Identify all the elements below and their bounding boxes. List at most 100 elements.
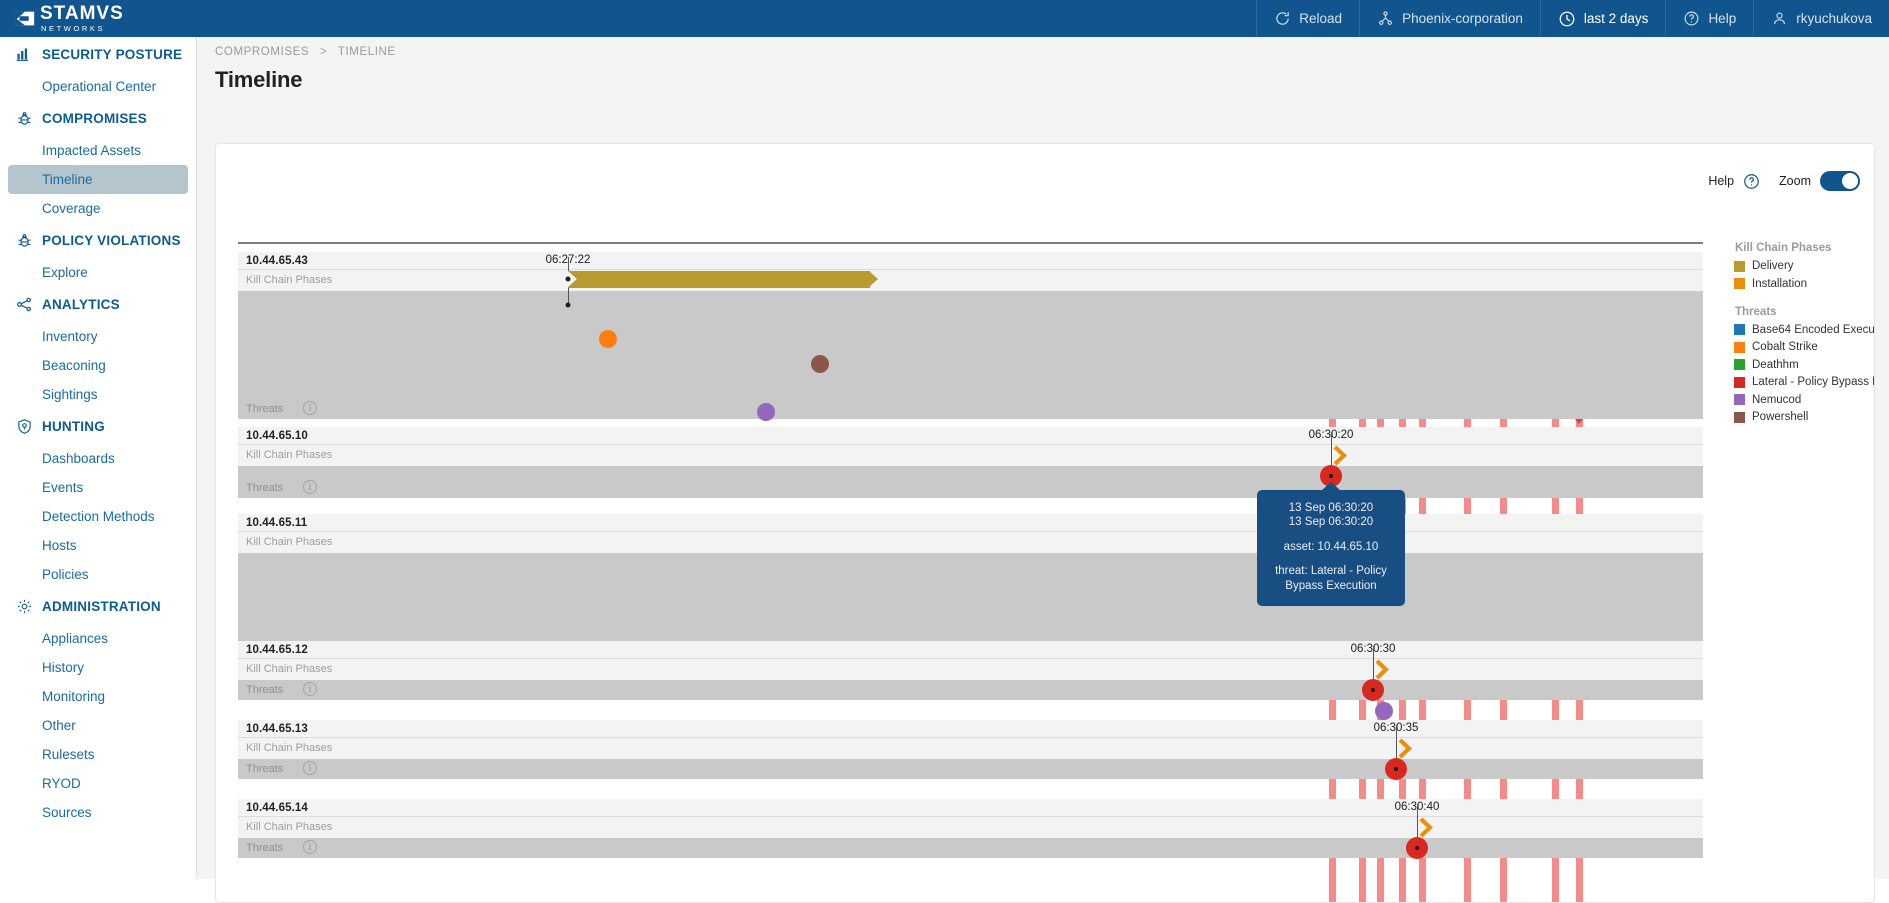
sidebar-group-compromises[interactable]: COMPROMISES — [0, 101, 196, 136]
brand-logo[interactable]: STAMVS NETWORKS — [0, 0, 230, 37]
sidebar-item-detection-methods[interactable]: Detection Methods — [8, 502, 188, 531]
help-toggle-label: Help — [1708, 174, 1734, 188]
sidebar-item-history[interactable]: History — [8, 653, 188, 682]
asset-label[interactable]: 10.44.65.14 — [246, 802, 308, 814]
breadcrumb: COMPROMISES > TIMELINE — [197, 37, 1889, 58]
user-menu[interactable]: rkyuchukova — [1753, 0, 1889, 37]
bar-chart-icon — [16, 46, 33, 63]
sidebar-group-label: POLICY VIOLATIONS — [42, 233, 181, 248]
tenant-selector[interactable]: Phoenix-corporation — [1359, 0, 1540, 37]
asset-label[interactable]: 10.44.65.11 — [246, 517, 307, 529]
brand-sub: NETWORKS — [40, 25, 124, 33]
legend-item[interactable]: Base64 Encoded Executab — [1734, 324, 1874, 336]
tenant-icon — [1377, 10, 1394, 27]
lateral-threat-marker[interactable] — [1406, 837, 1428, 859]
sidebar-item-explore[interactable]: Explore — [8, 258, 188, 287]
kill-chain-lane-label: Kill Chain Phases — [246, 536, 332, 548]
asset-label[interactable]: 10.44.65.12 — [246, 644, 308, 656]
threat-dot[interactable] — [757, 403, 775, 421]
threats-lane-label: Threats — [246, 763, 283, 775]
info-icon[interactable]: i — [303, 480, 317, 494]
threats-lane: Threatsi — [238, 680, 1703, 700]
sidebar-group-policy-violations[interactable]: POLICY VIOLATIONS — [0, 223, 196, 258]
legend-swatch — [1734, 342, 1745, 353]
legend-item[interactable]: Installation — [1734, 278, 1874, 290]
asset-label[interactable]: 10.44.65.13 — [246, 723, 308, 735]
sidebar-group-security-posture[interactable]: SECURITY POSTURE — [0, 37, 196, 72]
timeline-chart: 10.44.65.43Kill Chain PhasesThreatsi06:2… — [238, 242, 1703, 902]
legend-swatch — [1734, 359, 1745, 370]
sidebar-item-events[interactable]: Events — [8, 473, 188, 502]
sidebar-group-analytics[interactable]: ANALYTICS — [0, 287, 196, 322]
lateral-threat-marker[interactable] — [1385, 758, 1407, 780]
sidebar-item-ryod[interactable]: RYOD — [8, 769, 188, 798]
timeline-card: Help Zoom 10.44.65.43Kill Chain PhasesTh… — [215, 143, 1875, 903]
legend-item[interactable]: Cobalt Strike — [1734, 341, 1874, 353]
reload-button[interactable]: Reload — [1256, 0, 1359, 37]
info-icon[interactable]: i — [303, 682, 317, 696]
sidebar-item-dashboards[interactable]: Dashboards — [8, 444, 188, 473]
threat-dot[interactable] — [811, 355, 829, 373]
info-icon[interactable]: i — [303, 401, 317, 415]
sidebar-item-other[interactable]: Other — [8, 711, 188, 740]
sidebar-item-inventory[interactable]: Inventory — [8, 322, 188, 351]
legend-item[interactable]: Deathhm — [1734, 359, 1874, 371]
help-menu-label: Help — [1708, 11, 1736, 26]
sidebar-group-label: HUNTING — [42, 419, 105, 434]
legend-label: Delivery — [1752, 260, 1794, 272]
sidebar-group-hunting[interactable]: HUNTING — [0, 409, 196, 444]
legend-label: Installation — [1752, 278, 1807, 290]
legend-item[interactable]: Nemucod — [1734, 394, 1874, 406]
kill-chain-lane-label: Kill Chain Phases — [246, 274, 332, 286]
gear-icon — [16, 598, 33, 615]
tooltip-spacer — [1265, 554, 1397, 564]
help-menu[interactable]: Help — [1665, 0, 1753, 37]
sidebar-item-label: Inventory — [42, 329, 98, 344]
threats-lane: Threatsi — [238, 466, 1703, 498]
lateral-threat-marker[interactable] — [1362, 679, 1384, 701]
sidebar-group-administration[interactable]: ADMINISTRATION — [0, 589, 196, 624]
kill-chain-lane: Kill Chain Phases — [238, 737, 1703, 759]
sidebar-item-sources[interactable]: Sources — [8, 798, 188, 827]
stamus-logo-icon — [14, 8, 36, 30]
legend-item[interactable]: Powershell — [1734, 411, 1874, 423]
sidebar-item-appliances[interactable]: Appliances — [8, 624, 188, 653]
threat-dot[interactable] — [599, 330, 617, 348]
tooltip-line4: threat: Lateral - Policy — [1265, 564, 1397, 578]
legend-item[interactable]: Delivery — [1734, 260, 1874, 272]
kill-chain-lane: Kill Chain Phases — [238, 658, 1703, 680]
asset-label[interactable]: 10.44.65.43 — [246, 255, 308, 267]
zoom-toggle[interactable] — [1820, 171, 1860, 191]
chart-legend: Kill Chain PhasesDeliveryInstallationThr… — [1734, 242, 1874, 429]
bug-icon — [16, 232, 33, 249]
kill-chain-phase-bar[interactable] — [568, 271, 870, 288]
sidebar-item-timeline[interactable]: Timeline — [8, 165, 188, 194]
sidebar-item-hosts[interactable]: Hosts — [8, 531, 188, 560]
sidebar-item-label: Impacted Assets — [42, 143, 141, 158]
sidebar-group-label: ADMINISTRATION — [42, 599, 161, 614]
info-icon[interactable]: i — [303, 761, 317, 775]
sidebar-item-rulesets[interactable]: Rulesets — [8, 740, 188, 769]
legend-label: Lateral - Policy Bypass Exe — [1752, 376, 1875, 388]
sidebar-item-policies[interactable]: Policies — [8, 560, 188, 589]
phase-start-dot — [566, 277, 571, 282]
legend-swatch — [1734, 324, 1745, 335]
sidebar-item-sightings[interactable]: Sightings — [8, 380, 188, 409]
sidebar-item-operational-center[interactable]: Operational Center — [8, 72, 188, 101]
legend-item[interactable]: Lateral - Policy Bypass Exe — [1734, 376, 1874, 388]
legend-swatch — [1734, 377, 1745, 388]
reload-label: Reload — [1299, 11, 1342, 26]
info-icon[interactable]: i — [303, 840, 317, 854]
asset-label[interactable]: 10.44.65.10 — [246, 430, 308, 442]
sidebar-item-beaconing[interactable]: Beaconing — [8, 351, 188, 380]
sidebar-item-monitoring[interactable]: Monitoring — [8, 682, 188, 711]
threats-lane-label: Threats — [246, 842, 283, 854]
threat-dot[interactable] — [1375, 702, 1393, 720]
help-circle-icon[interactable] — [1743, 173, 1760, 190]
event-tooltip: 13 Sep 06:30:2013 Sep 06:30:20asset: 10.… — [1257, 490, 1405, 606]
marker-center-dot — [1415, 846, 1419, 850]
time-range-selector[interactable]: last 2 days — [1540, 0, 1666, 37]
sidebar-item-coverage[interactable]: Coverage — [8, 194, 188, 223]
sidebar-item-impacted-assets[interactable]: Impacted Assets — [8, 136, 188, 165]
breadcrumb-root[interactable]: COMPROMISES — [215, 46, 309, 58]
